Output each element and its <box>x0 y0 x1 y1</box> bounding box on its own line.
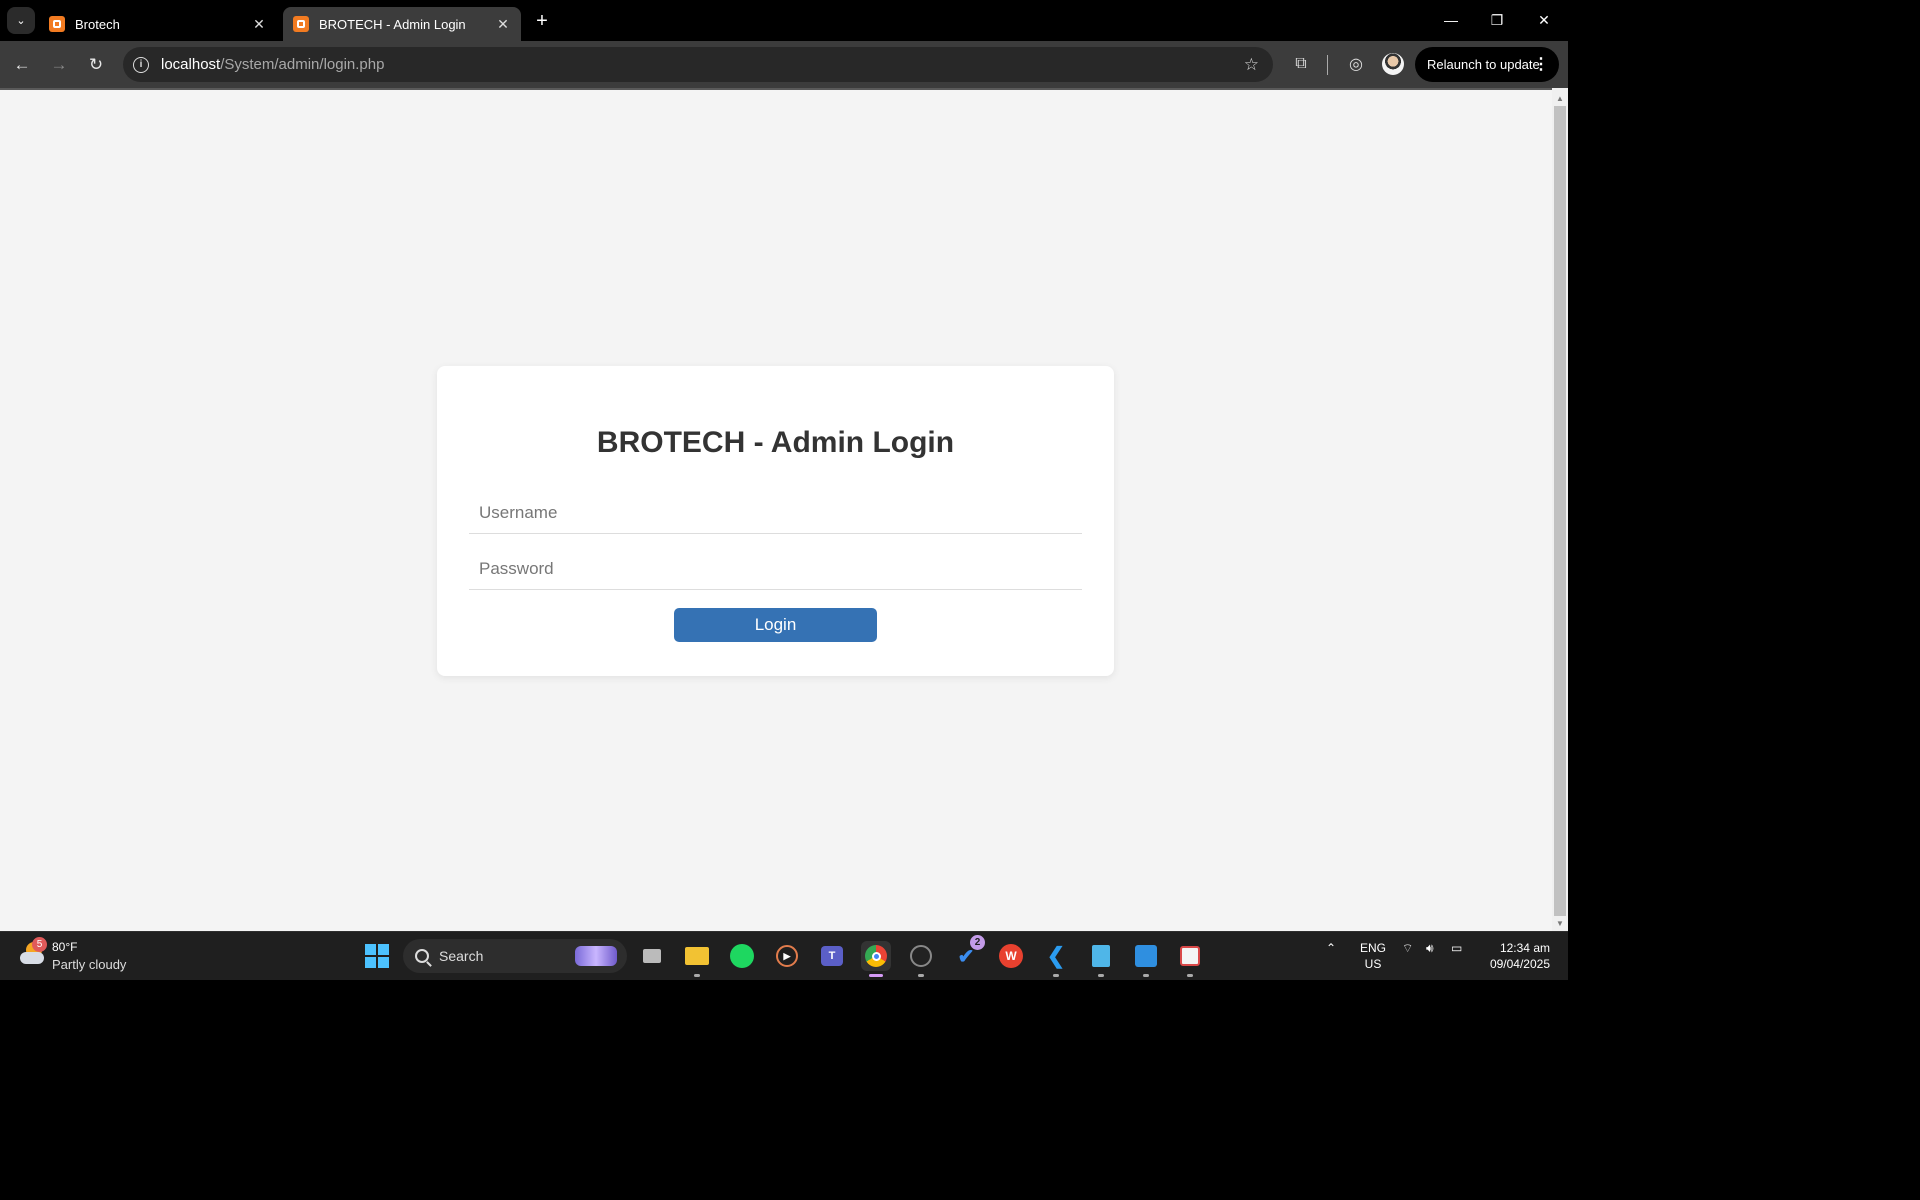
page-content: BROTECH - Admin Login Login <box>0 88 1552 931</box>
scroll-down-icon[interactable]: ▼ <box>1556 919 1564 928</box>
media-player-icon[interactable]: ▶ <box>772 941 802 971</box>
search-label: Search <box>439 948 484 964</box>
restore-icon: ❐ <box>1490 11 1504 28</box>
scrollbar-thumb[interactable] <box>1554 106 1566 916</box>
login-card: BROTECH - Admin Login Login <box>437 366 1114 676</box>
profile-avatar[interactable] <box>1382 53 1404 75</box>
vscode-icon[interactable]: ❮ <box>1041 941 1071 977</box>
more-menu-icon[interactable]: ⋮ <box>1533 54 1549 74</box>
running-indicator <box>1187 974 1193 977</box>
tab-search-button[interactable]: ⌄ <box>7 7 35 34</box>
clock-date: 09/04/2025 <box>1489 957 1550 971</box>
browser-toolbar: ← → ↻ i localhost/System/admin/login.php… <box>0 41 1568 88</box>
xampp-favicon-icon <box>293 16 309 32</box>
arrow-left-icon: ← <box>13 55 31 74</box>
minimize-icon: — <box>1444 12 1458 28</box>
close-icon[interactable]: ✕ <box>495 16 511 32</box>
url-host: localhost <box>161 56 221 73</box>
tab-title: Brotech <box>75 16 120 32</box>
url-path: /System/admin/login.php <box>220 56 385 73</box>
restore-button[interactable]: ❐ <box>1474 0 1520 40</box>
paint-icon[interactable] <box>1131 941 1161 977</box>
file-explorer-icon[interactable] <box>682 941 712 977</box>
performance-icon[interactable]: ◎ <box>1344 52 1368 76</box>
back-button[interactable]: ← <box>8 51 36 79</box>
site-info-icon[interactable]: i <box>133 56 149 73</box>
wifi-icon[interactable]: ⌔ <box>1402 941 1413 956</box>
relaunch-button[interactable]: Relaunch to update ⋮ <box>1415 47 1559 82</box>
weather-badge: 5 <box>32 937 47 952</box>
todo-icon[interactable]: ✔ 2 <box>951 935 985 971</box>
minimize-button[interactable]: — <box>1428 0 1474 40</box>
clock[interactable]: 12:34 am 09/04/2025 <box>1480 940 1550 972</box>
tab-strip: ⌄ Brotech ✕ BROTECH - Admin Login ✕ + — … <box>0 0 1568 41</box>
address-bar[interactable]: i localhost/System/admin/login.php ☆ <box>123 47 1273 82</box>
page-title: BROTECH - Admin Login <box>596 426 955 459</box>
clock-time: 12:34 am <box>1499 941 1550 955</box>
login-button[interactable]: Login <box>674 608 877 642</box>
tab-admin-login[interactable]: BROTECH - Admin Login ✕ <box>283 7 521 41</box>
bookmark-star-icon[interactable]: ☆ <box>1244 55 1259 75</box>
reload-button[interactable]: ↻ <box>82 51 110 79</box>
taskbar: 5 80°F Partly cloudy Search ▶ T ✔ 2 W ❮ ⌃… <box>0 931 1568 980</box>
new-tab-button[interactable]: + <box>530 9 554 33</box>
running-indicator <box>869 974 883 977</box>
running-indicator <box>918 974 924 977</box>
relaunch-label: Relaunch to update <box>1427 57 1540 72</box>
notepad-icon[interactable] <box>1086 941 1116 977</box>
lang-line1: ENG <box>1359 941 1386 955</box>
close-window-button[interactable]: ✕ <box>1521 0 1567 40</box>
volume-icon[interactable]: 🔊︎ <box>1426 941 1434 956</box>
close-icon[interactable]: ✕ <box>251 16 267 32</box>
language-indicator[interactable]: ENG US <box>1358 940 1388 972</box>
todo-badge: 2 <box>970 935 985 950</box>
tab-title: BROTECH - Admin Login <box>319 16 466 32</box>
obs-icon[interactable] <box>906 941 936 977</box>
chevron-down-icon: ⌄ <box>16 15 26 27</box>
weather-temp[interactable]: 80°F <box>52 940 77 954</box>
tab-brotech[interactable]: Brotech ✕ <box>39 7 277 41</box>
running-indicator <box>1098 974 1104 977</box>
wps-icon[interactable]: W <box>996 941 1026 971</box>
lang-line2: US <box>1364 957 1382 971</box>
password-input[interactable] <box>469 548 1082 590</box>
running-indicator <box>1143 974 1149 977</box>
reload-icon: ↻ <box>88 55 104 74</box>
start-button[interactable] <box>365 944 389 968</box>
chevron-up-icon[interactable]: ⌃ <box>1326 941 1336 955</box>
taskbar-search[interactable]: Search <box>403 939 627 973</box>
username-input[interactable] <box>469 492 1082 534</box>
chrome-icon[interactable] <box>861 941 891 977</box>
forward-button[interactable]: → <box>45 51 73 79</box>
running-indicator <box>694 974 700 977</box>
teams-icon[interactable]: T <box>817 941 847 971</box>
toolbar-divider <box>1327 55 1328 75</box>
search-icon <box>415 949 429 963</box>
close-icon: ✕ <box>1538 11 1550 28</box>
arrow-right-icon: → <box>50 55 68 74</box>
screen: ⌄ Brotech ✕ BROTECH - Admin Login ✕ + — … <box>0 0 1568 980</box>
spotify-icon[interactable] <box>727 941 757 971</box>
battery-icon[interactable]: ▭ <box>1451 941 1462 955</box>
xampp-favicon-icon <box>49 16 65 32</box>
running-indicator <box>1053 974 1059 977</box>
search-highlight-icon <box>575 946 617 966</box>
snipping-tool-icon[interactable] <box>1175 941 1205 977</box>
plus-icon: + <box>536 9 548 32</box>
scrollbar[interactable]: ▲ ▼ <box>1552 88 1568 931</box>
weather-desc[interactable]: Partly cloudy <box>52 957 126 972</box>
scroll-up-icon[interactable]: ▲ <box>1556 94 1564 103</box>
extensions-icon[interactable]: ⧉ <box>1289 52 1313 76</box>
task-view-icon[interactable] <box>637 941 667 971</box>
